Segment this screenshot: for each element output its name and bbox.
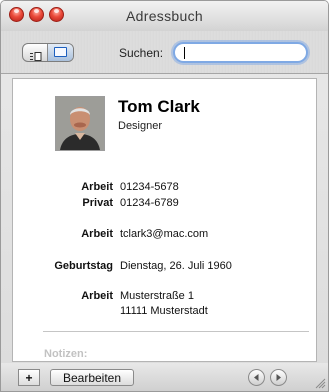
- edit-button[interactable]: Bearbeiten: [50, 369, 134, 386]
- search-input[interactable]: [173, 42, 308, 63]
- search-label: Suchen:: [119, 46, 164, 60]
- contact-photo[interactable]: [55, 96, 105, 151]
- view-switcher: [22, 43, 74, 62]
- email-label[interactable]: Arbeit: [13, 228, 113, 240]
- phone-work-value: 01234-5678: [120, 181, 179, 193]
- address-street: Musterstraße 1: [120, 290, 194, 302]
- notes-divider: [43, 331, 309, 332]
- contact-job-title: Designer: [118, 120, 163, 132]
- toolbar: Suchen:: [1, 31, 328, 74]
- phone-home-value: 01234-6789: [120, 197, 179, 209]
- bottom-bar: + Bearbeiten: [1, 363, 328, 391]
- contact-name: Tom Clark: [118, 97, 200, 116]
- right-arrow-icon: [276, 374, 281, 381]
- card-view-button[interactable]: [48, 44, 73, 61]
- phone-home-label[interactable]: Privat: [13, 197, 113, 209]
- address-book-window: Adressbuch Suchen: Tom Clark Designer Ar…: [0, 0, 329, 392]
- contact-card: Tom Clark Designer Arbeit 01234-5678 Pri…: [12, 78, 317, 362]
- title-bar[interactable]: Adressbuch: [1, 1, 328, 31]
- address-label[interactable]: Arbeit: [13, 290, 113, 302]
- notes-field[interactable]: Notizen:: [44, 348, 87, 360]
- window-title: Adressbuch: [126, 8, 203, 24]
- text-cursor: [184, 47, 185, 59]
- resize-grip-icon[interactable]: [314, 377, 326, 389]
- next-card-button[interactable]: [270, 369, 287, 386]
- previous-card-button[interactable]: [248, 369, 265, 386]
- left-arrow-icon: [254, 374, 259, 381]
- phone-work-label[interactable]: Arbeit: [13, 181, 113, 193]
- address-city: 11111 Musterstadt: [120, 305, 208, 317]
- card-view-icon: [54, 47, 67, 57]
- add-button[interactable]: +: [18, 369, 40, 386]
- email-value: tclark3@mac.com: [120, 228, 209, 240]
- column-view-button[interactable]: [23, 44, 48, 61]
- birthday-label[interactable]: Geburtstag: [13, 260, 113, 272]
- birthday-value: Dienstag, 26. Juli 1960: [120, 260, 232, 272]
- column-view-icon: [29, 48, 42, 61]
